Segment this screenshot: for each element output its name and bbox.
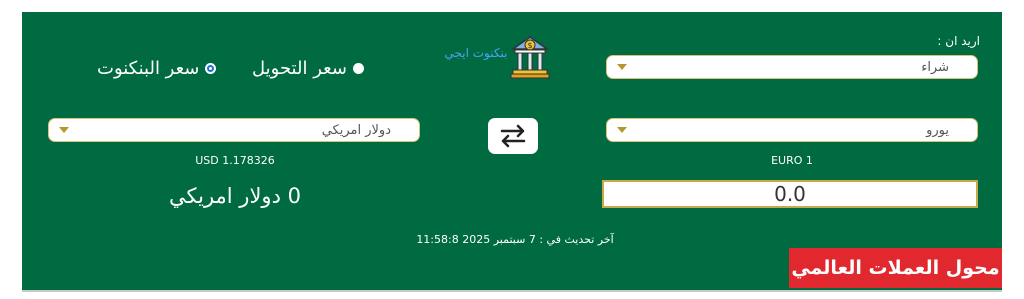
to-currency-rate: USD 1.178326 (195, 154, 275, 167)
radio-dot-selected (205, 63, 217, 74)
radio-transfer-rate[interactable]: سعر التحويل (252, 58, 364, 79)
from-currency-select[interactable]: يورو (606, 118, 978, 142)
radio-dot (352, 63, 364, 74)
operation-select[interactable]: شراء (606, 55, 978, 79)
from-currency-rate: EURO 1 (771, 154, 813, 167)
conversion-result: 0 دولار امريكي (169, 184, 301, 208)
want-label: اريد ان : (937, 34, 980, 48)
last-update: آخر تحديث في : 7 سبتمبر 2025 11:58:8 (416, 233, 614, 246)
from-currency-value: يورو (926, 123, 949, 138)
brand-logo: $ بنكنوت ايجي (440, 34, 552, 80)
to-currency-value: دولار امريكي (321, 123, 391, 138)
radio-banknote-rate[interactable]: سعر البنكنوت (97, 58, 217, 79)
chevron-down-icon (617, 64, 627, 70)
svg-text:$: $ (527, 41, 532, 50)
radio-banknote-label: سعر البنكنوت (97, 58, 200, 79)
bank-icon: $ (510, 36, 550, 79)
brand-name: بنكنوت ايجي (444, 46, 508, 60)
radio-transfer-label: سعر التحويل (252, 58, 347, 79)
operation-select-value: شراء (921, 60, 949, 75)
swap-arrows-icon (500, 124, 526, 148)
swap-button[interactable] (488, 118, 538, 154)
converter-title-badge: محول العملات العالمي (789, 248, 1002, 288)
amount-input[interactable]: 0.0 (602, 180, 978, 208)
chevron-down-icon (59, 127, 69, 133)
to-currency-select[interactable]: دولار امريكي (48, 118, 420, 142)
chevron-down-icon (617, 127, 627, 133)
